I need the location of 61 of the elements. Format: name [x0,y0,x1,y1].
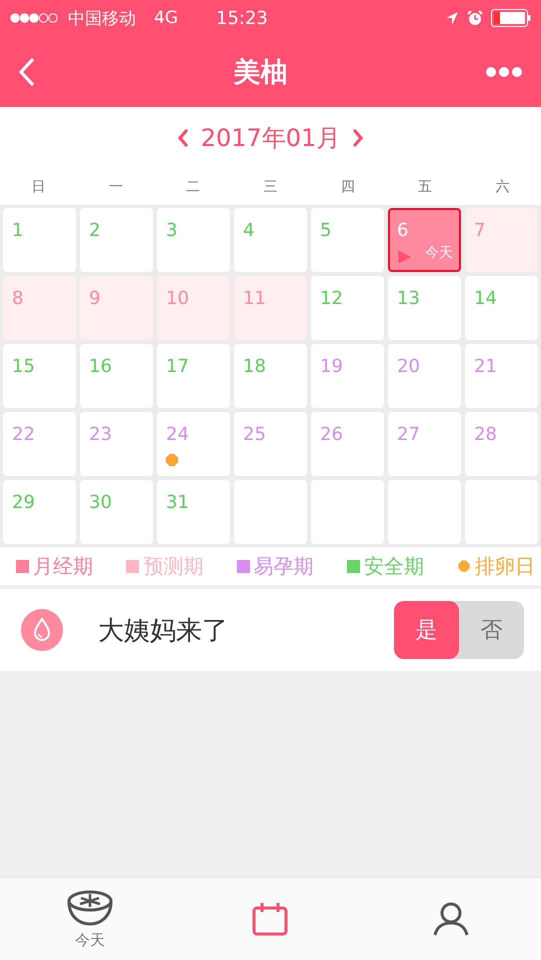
day-cell[interactable]: 26 [311,412,384,476]
lime-half-icon [66,888,114,926]
legend-label: 易孕期 [254,552,314,580]
day-cell[interactable]: 23 [80,412,153,476]
weekday-label: 日 [30,178,47,196]
day-cell[interactable]: 13 [388,276,461,340]
signal-icon [10,12,58,24]
day-cell[interactable]: 4 [234,208,307,272]
day-cell[interactable]: 7 [465,208,538,272]
weekday-label: 五 [417,178,434,196]
network-type: 4G [154,8,178,28]
day-cell[interactable]: 8 [3,276,76,340]
day-cell[interactable]: 29 [3,480,76,544]
legend-label: 预测期 [143,552,204,580]
legend-label: 安全期 [364,552,424,580]
day-cell[interactable]: 1 [3,208,76,272]
day-cell[interactable]: 3 [157,208,230,272]
day-cell[interactable]: 31 [157,480,230,544]
day-cell[interactable]: 14 [465,276,538,340]
day-cell[interactable]: 21 [465,344,538,408]
weekday-label: 二 [185,178,202,196]
alarm-clock-icon [467,10,483,26]
day-cell[interactable]: 2 [80,208,153,272]
battery-icon [491,9,531,27]
period-question: 大姨妈来了 [98,614,229,648]
today-label: 今天 [425,244,453,262]
day-cell[interactable]: 9 [80,276,153,340]
legend-label: 排卵日 [475,552,535,580]
weekday-label: 一 [108,178,124,196]
clock-time: 15:23 [216,8,269,28]
day-cell[interactable]: 15 [3,344,76,408]
day-cell[interactable]: 30 [80,480,153,544]
day-cell[interactable]: 19 [311,344,384,408]
day-cell[interactable]: 17 [157,344,230,408]
toggle-option[interactable]: 是 [394,601,459,659]
day-cell[interactable]: 27 [388,412,461,476]
day-cell[interactable]: 5 [311,208,384,272]
play-icon [397,250,411,264]
day-cell[interactable]: 16 [80,344,153,408]
month-title: 2017年01月 [200,123,340,154]
carrier-name: 中国移动 [68,8,136,30]
legend-label: 月经期 [33,552,93,580]
day-cell[interactable]: 24 [157,412,230,476]
day-cell[interactable]: 20 [388,344,461,408]
toggle-option[interactable]: 否 [459,601,524,659]
weekday-label: 四 [340,178,356,196]
day-cell[interactable]: 18 [234,344,307,408]
day-cell[interactable]: 22 [3,412,76,476]
weekday-label: 三 [262,178,278,196]
page-title: 美柚 [234,56,288,90]
day-cell[interactable]: 25 [234,412,307,476]
profile-icon[interactable] [430,902,471,936]
weekday-label: 六 [494,178,510,196]
day-cell[interactable]: 12 [311,276,384,340]
day-cell[interactable]: 10 [157,276,230,340]
day-cell[interactable]: 11 [234,276,307,340]
location-arrow-icon [445,10,459,26]
day-cell[interactable]: 6 今天 [388,208,461,272]
calendar-icon[interactable] [250,902,290,936]
day-cell[interactable]: 28 [465,412,538,476]
drop-icon [20,608,64,652]
